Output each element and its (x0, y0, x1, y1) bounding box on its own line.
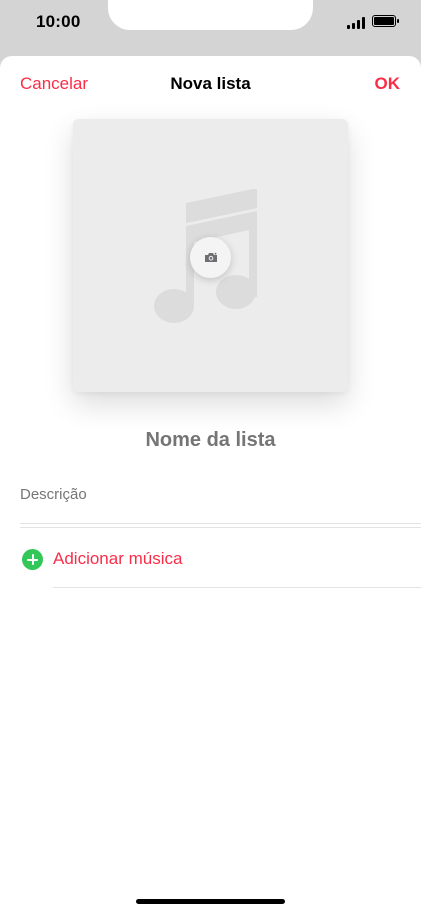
divider (53, 587, 421, 588)
camera-button[interactable] (190, 237, 231, 278)
plus-circle-icon (22, 549, 43, 570)
new-playlist-sheet: Cancelar Nova lista OK Nome da lista Des… (0, 56, 421, 912)
divider (20, 523, 421, 524)
cancel-button[interactable]: Cancelar (20, 74, 88, 94)
playlist-artwork[interactable] (73, 119, 348, 392)
playlist-name-input[interactable] (0, 429, 421, 452)
signal-icon (347, 17, 366, 29)
navigation-bar: Cancelar Nova lista OK (0, 56, 421, 112)
description-input[interactable] (20, 486, 400, 503)
status-bar: 10:00 (0, 0, 421, 48)
camera-icon (204, 252, 217, 262)
battery-icon (372, 15, 399, 27)
notch (108, 0, 313, 30)
divider (20, 527, 421, 528)
status-time: 10:00 (36, 12, 81, 31)
phone-screen: 10:00 Cancelar Nova lista OK Nome da lis… (0, 0, 421, 912)
add-music-label: Adicionar música (53, 549, 183, 568)
home-indicator[interactable] (136, 899, 285, 904)
add-music-button[interactable]: Adicionar música (0, 539, 421, 587)
ok-button[interactable]: OK (375, 74, 401, 94)
